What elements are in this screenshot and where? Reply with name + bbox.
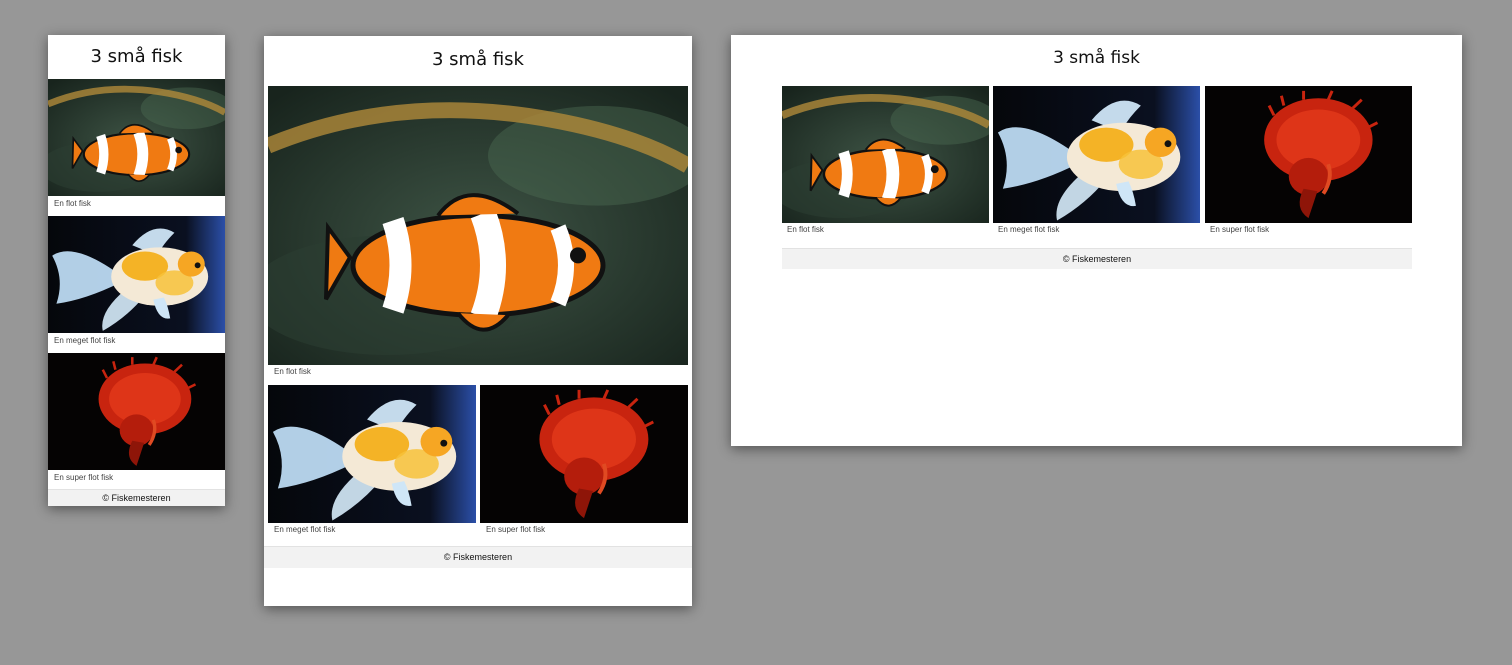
betta-fish-photo	[48, 353, 225, 470]
footer: © Fiskemesteren	[264, 546, 692, 568]
goldfish-photo	[48, 216, 225, 333]
photo-caption: En super flot fisk	[486, 525, 546, 534]
clownfish-photo	[48, 79, 225, 196]
photo-caption: En flot fisk	[787, 225, 824, 234]
photo-caption: En meget flot fisk	[54, 336, 116, 345]
tablet-layout-preview: 3 små fisk En flot fisk En meget flot fi…	[264, 36, 692, 606]
clownfish-photo	[268, 86, 688, 365]
page-title: 3 små fisk	[1053, 48, 1140, 68]
footer: © Fiskemesteren	[782, 248, 1412, 269]
page-title: 3 små fisk	[432, 49, 524, 70]
photo-caption: En meget flot fisk	[274, 525, 336, 534]
photo-caption: En super flot fisk	[54, 473, 114, 482]
photo-caption: En super flot fisk	[1210, 225, 1270, 234]
betta-fish-photo	[480, 385, 688, 523]
photo-caption: En flot fisk	[274, 367, 311, 376]
desktop-layout-preview: 3 små fisk En flot fisk En meget flot fi…	[731, 35, 1462, 446]
photo-caption: En flot fisk	[54, 199, 91, 208]
goldfish-photo	[993, 86, 1200, 223]
footer: © Fiskemesteren	[48, 489, 225, 506]
goldfish-photo	[268, 385, 476, 523]
page-title: 3 små fisk	[90, 46, 183, 67]
photo-caption: En meget flot fisk	[998, 225, 1060, 234]
clownfish-photo	[782, 86, 989, 223]
mobile-layout-preview: 3 små fisk En flot fisk En meget flot fi…	[48, 35, 225, 506]
betta-fish-photo	[1205, 86, 1412, 223]
